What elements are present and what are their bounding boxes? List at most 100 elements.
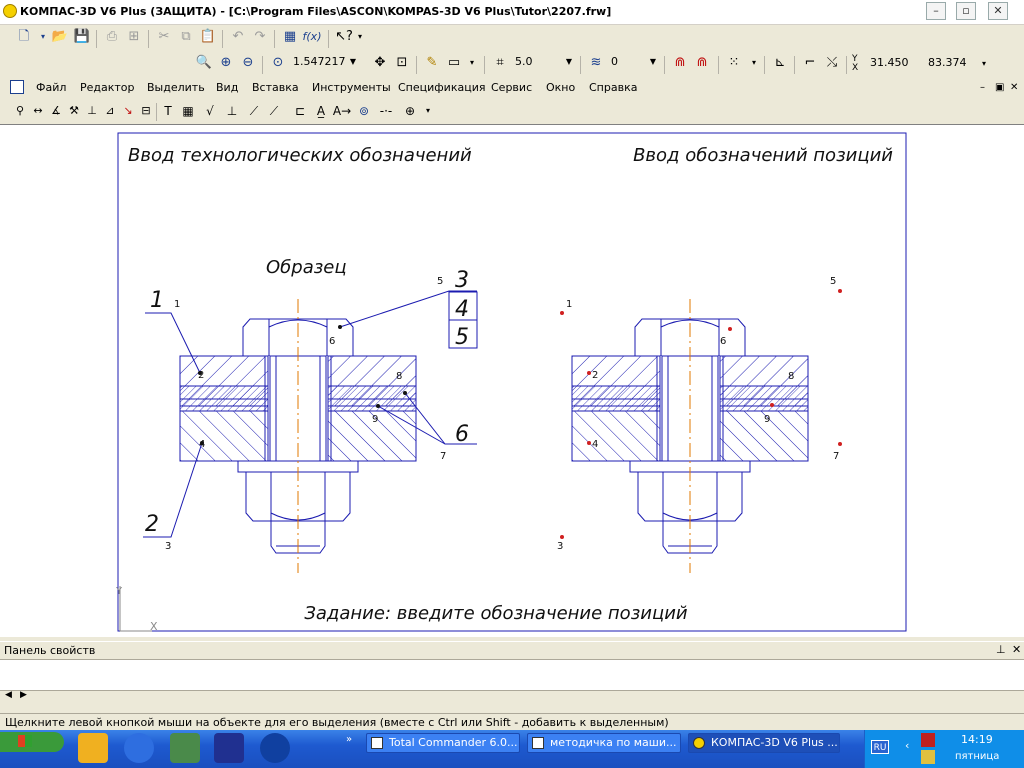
parametrization-icon[interactable]: ⊥ [82,101,102,121]
leader-icon[interactable]: ⟋ [244,101,264,121]
centerline-icon[interactable]: -·- [376,101,396,121]
spec-icon[interactable]: ⊟ [136,101,156,121]
show-all-icon[interactable]: ⊡ [392,53,412,73]
section-icon[interactable]: A̲ [311,101,331,121]
zoom-out-icon[interactable]: ⊖ [238,53,258,73]
snap-local-icon[interactable]: ⋒ [692,53,712,73]
system-tray: RU ‹ 14:19 пятница [864,730,1024,768]
language-indicator[interactable]: RU [871,740,889,754]
center-dropdown-icon[interactable]: ▾ [418,101,438,121]
dimensions-icon[interactable]: ↔ [28,101,48,121]
paste-icon[interactable]: 📋 [198,27,218,47]
quicklaunch-more-icon[interactable]: » [346,734,352,745]
task-kompas[interactable]: КОМПАС-3D V6 Plus ... [688,733,840,753]
help-dropdown-icon[interactable]: ▾ [350,27,370,47]
tray-network-icon[interactable] [921,750,935,764]
function-fx-icon[interactable]: f(x) [302,27,322,47]
view-arrow-icon[interactable]: A→ [332,101,352,121]
base-icon[interactable]: ⊥ [222,101,242,121]
drawing-svg[interactable]: Ввод технологических обозначений Ввод об… [0,125,1024,637]
menu-tools[interactable]: Инструменты [312,81,391,94]
tolerance-icon[interactable]: ⊏ [290,101,310,121]
floppy-disk-icon[interactable] [214,733,244,763]
task-word-document[interactable]: методичка по маши... [527,733,681,753]
print-icon[interactable]: ⎙ [102,27,122,47]
zoom-window-icon[interactable]: 🔍 [194,53,214,73]
pin-icon[interactable]: ⊥ [996,643,1006,656]
state-dropdown-icon[interactable]: ▾ [462,53,482,73]
scroll-right-icon[interactable]: ▶ [20,690,27,700]
state-icon[interactable]: ▭ [444,53,464,73]
grid-icon[interactable]: ⁙ [724,53,744,73]
step-combo[interactable]: 5.0 ▼ [512,54,574,72]
redo-icon[interactable]: ↷ [250,27,270,47]
menu-window[interactable]: Окно [546,81,575,94]
designations-icon[interactable]: ∡ [46,101,66,121]
grid-dropdown-icon[interactable]: ▾ [744,53,764,73]
coord-y-value[interactable]: 83.374 [928,56,967,69]
zoom-scale-icon[interactable]: ⊙ [268,53,288,73]
layer-combo[interactable]: 0 ▼ [608,54,658,72]
menu-editor[interactable]: Редактор [80,81,135,94]
maximize-button[interactable]: ▫ [956,2,976,20]
start-button[interactable] [0,732,64,752]
scroll-left-icon[interactable]: ◀ [5,690,12,700]
zoom-in-icon[interactable]: ⊕ [216,53,236,73]
layers-icon[interactable]: ≋ [586,53,606,73]
doc-close-icon[interactable]: ✕ [1010,82,1018,93]
editing-icon[interactable]: ⚒ [64,101,84,121]
sample-point-label-3: 3 [165,541,171,552]
kompas-launcher-icon[interactable] [260,733,290,763]
menu-service[interactable]: Сервис [491,81,532,94]
new-document-icon[interactable]: 🗋 [14,27,34,47]
clock-time[interactable]: 14:19 [961,733,993,746]
save-icon[interactable]: 💾 [72,27,92,47]
quicklaunch-lightning-icon[interactable] [78,733,108,763]
wave-icon[interactable]: ⊚ [354,101,374,121]
cursor-snap-icon[interactable]: ⤯ [822,53,842,73]
open-folder-icon[interactable]: 📂 [50,27,70,47]
center-mark-icon[interactable]: ⊕ [400,101,420,121]
doc-minimize-icon[interactable]: – [980,82,985,93]
menu-bar: Файл Редактор Выделить Вид Вставка Инстр… [0,77,1024,99]
menu-help[interactable]: Справка [589,81,637,94]
table-icon[interactable]: ▦ [178,101,198,121]
roughness-icon[interactable]: √ [200,101,220,121]
calculator-icon[interactable]: ▦ [280,27,300,47]
select-icon[interactable]: ↘ [118,101,138,121]
menu-select[interactable]: Выделить [147,81,205,94]
tray-app-icon[interactable] [921,733,935,747]
close-button[interactable]: ✕ [988,2,1008,20]
menu-insert[interactable]: Вставка [252,81,299,94]
mark-leader-icon[interactable]: ⟋ [264,101,284,121]
geometry-icon[interactable]: ⚲ [10,101,30,121]
pan-icon[interactable]: ✥ [370,53,390,73]
coord-x-value[interactable]: 31.450 [870,56,909,69]
panel-close-icon[interactable]: ✕ [1012,643,1021,656]
internet-explorer-icon[interactable] [124,733,154,763]
tray-expand-icon[interactable]: ‹ [905,739,909,752]
snap-magnet-icon[interactable]: ⋒ [670,53,690,73]
document-icon[interactable] [10,80,24,94]
copy-icon[interactable]: ⧉ [176,27,196,47]
minimize-button[interactable]: – [926,2,946,20]
zoom-combo[interactable]: 1.547217 ▼ [290,54,358,72]
ortho-icon[interactable]: ⌐ [800,53,820,73]
text-icon[interactable]: T [158,101,178,121]
coord-dropdown-icon[interactable]: ▾ [982,59,986,68]
menu-view[interactable]: Вид [216,81,238,94]
chevron-down-icon: ▼ [349,57,356,66]
cut-icon[interactable]: ✂ [154,27,174,47]
doc-restore-icon[interactable]: ▣ [995,82,1004,93]
step-icon[interactable]: ⌗ [490,53,510,73]
undo-icon[interactable]: ↶ [228,27,248,47]
drawing-canvas[interactable]: Ввод технологических обозначений Ввод об… [0,124,1024,637]
menu-file[interactable]: Файл [36,81,66,94]
measure-icon[interactable]: ⊿ [100,101,120,121]
local-cs-icon[interactable]: ⊾ [770,53,790,73]
task-total-commander[interactable]: Total Commander 6.0... [366,733,520,753]
properties-brush-icon[interactable]: ✎ [422,53,442,73]
desktop-image-icon[interactable] [170,733,200,763]
preview-icon[interactable]: ⊞ [124,27,144,47]
menu-specification[interactable]: Спецификация [398,81,485,94]
